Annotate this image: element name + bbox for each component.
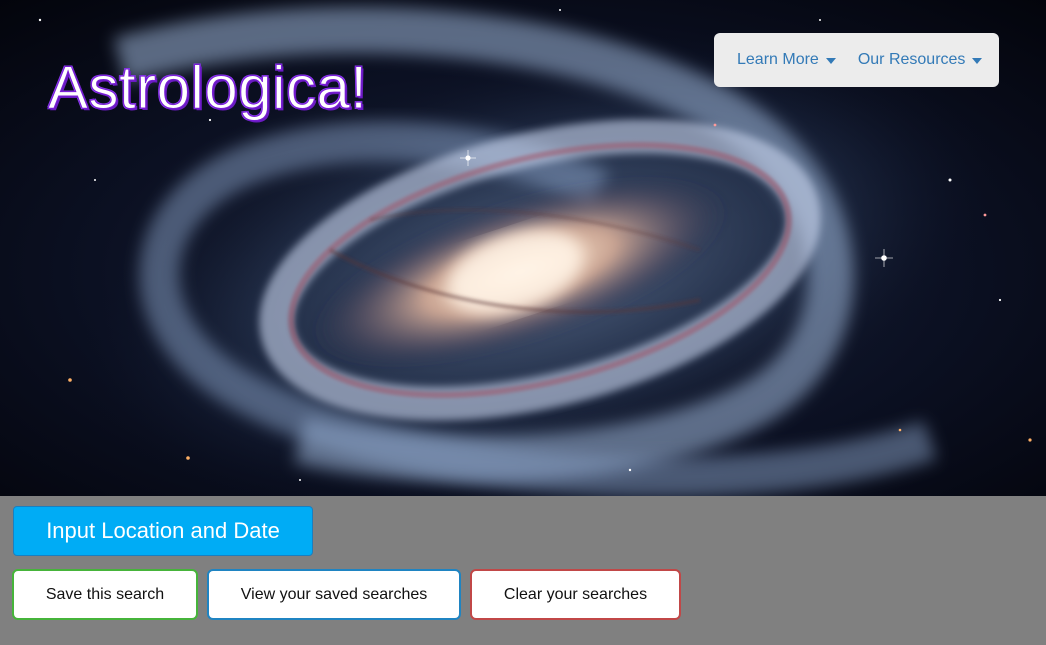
nav-learn-more[interactable]: Learn More [737,51,836,69]
save-search-button[interactable]: Save this search [12,569,198,620]
caret-down-icon [972,58,983,64]
input-location-date-button[interactable]: Input Location and Date [13,506,313,556]
controls-panel: Input Location and Date Save this search… [0,496,1046,645]
nav-our-resources-label: Our Resources [857,51,966,68]
nav-our-resources[interactable]: Our Resources [858,51,983,69]
view-saved-searches-button[interactable]: View your saved searches [207,569,461,620]
site-title: Astrologica! [47,54,368,122]
nav-learn-more-label: Learn More [737,51,819,68]
hero-banner: Astrologica! Learn More Our Resources [0,0,1046,496]
nav-bar: Learn More Our Resources [714,33,999,87]
clear-searches-button[interactable]: Clear your searches [470,569,681,620]
caret-down-icon [825,58,836,64]
